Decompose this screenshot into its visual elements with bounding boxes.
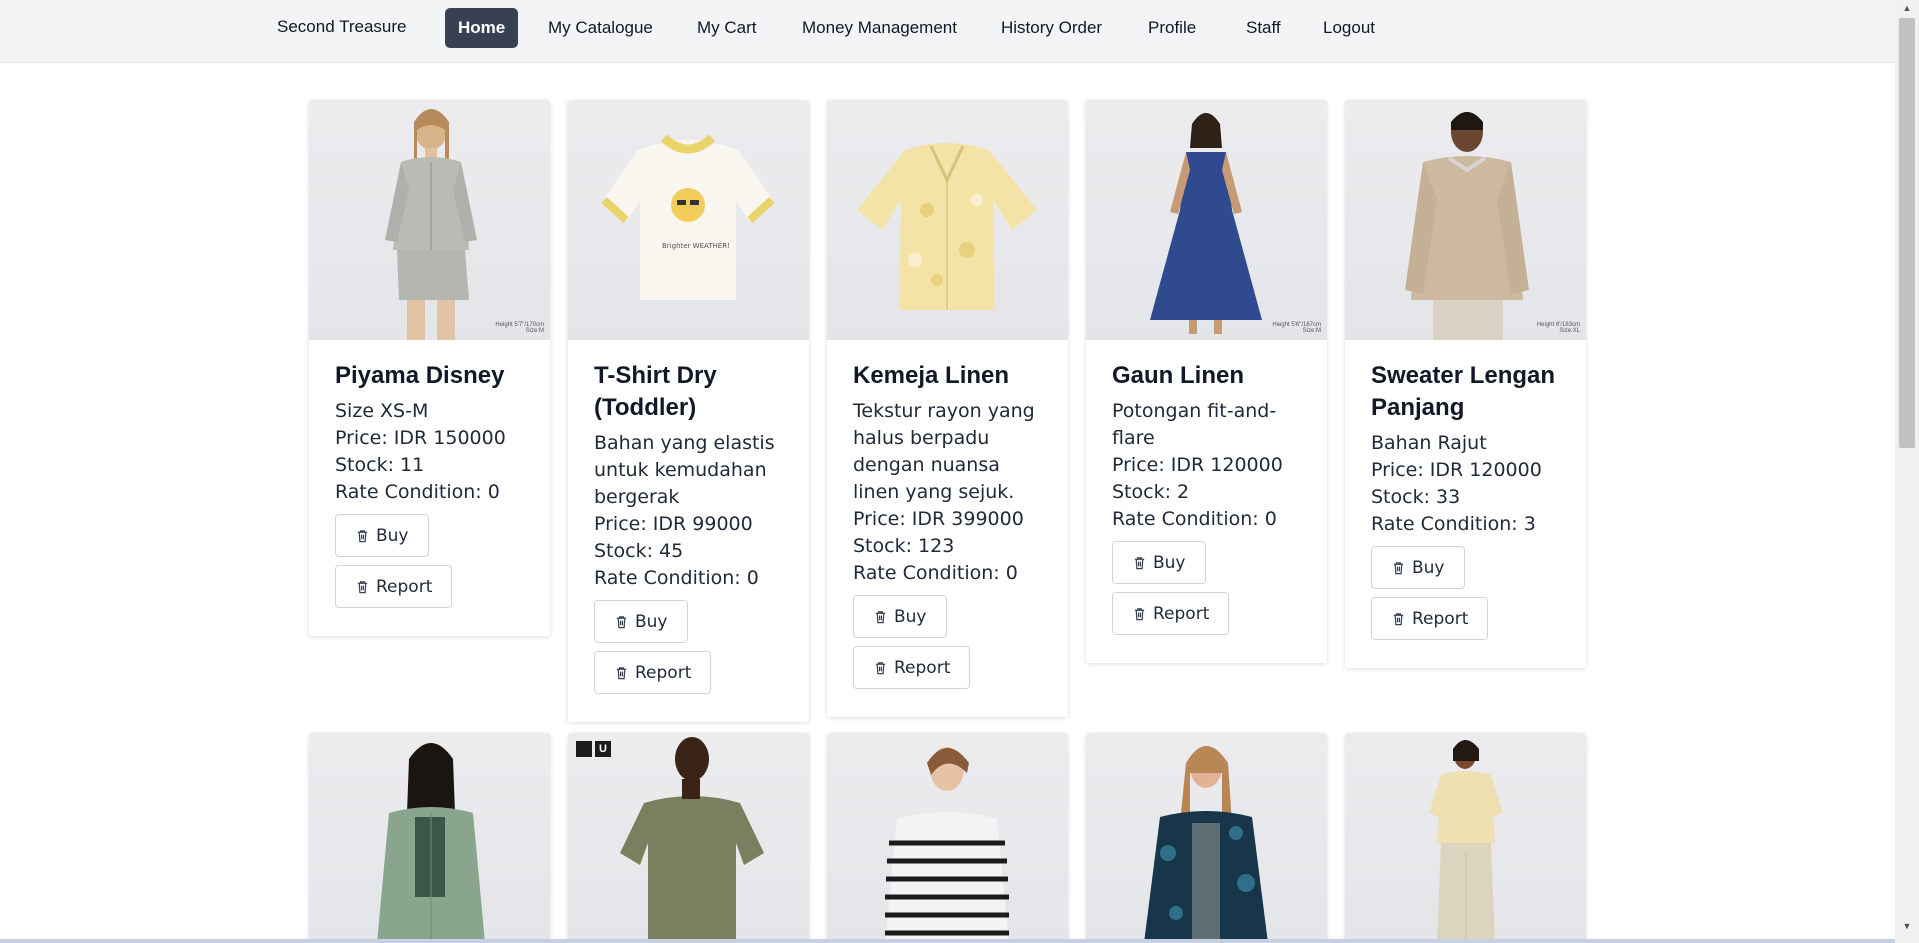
product-title: Sweater Lengan Panjang <box>1371 362 1556 421</box>
report-label: Report <box>1412 608 1469 629</box>
product-title: Piyama Disney <box>335 362 505 389</box>
product-stock: Stock: 11 <box>335 454 425 476</box>
trash-icon <box>1134 556 1145 569</box>
product-card: Kemeja Linen Tekstur rayon yang halus be… <box>827 100 1068 717</box>
image-caption: Brighter WEATHER! <box>662 242 730 250</box>
trash-icon <box>875 610 886 623</box>
product-rate: Rate Condition: 0 <box>853 562 1018 584</box>
product-image: Height 5'6"/167cm Size:M <box>1086 100 1327 340</box>
buy-label: Buy <box>1412 557 1445 578</box>
product-image: Height 5'7"/170cm Size:M <box>309 100 550 340</box>
product-card: Height 5'6"/167cm Size:M Gaun Linen Poto… <box>1086 100 1327 663</box>
trash-icon <box>1134 607 1145 620</box>
nav-staff[interactable]: Staff <box>1233 8 1294 48</box>
product-description: Size XS-M <box>335 400 429 422</box>
report-button[interactable]: Report <box>335 565 453 608</box>
product-price: Price: IDR 120000 <box>1371 459 1542 481</box>
buy-label: Buy <box>1153 552 1186 573</box>
top-navbar: Second Treasure Home My Catalogue My Car… <box>0 0 1895 63</box>
product-stock: Stock: 123 <box>853 535 955 557</box>
report-label: Report <box>1153 603 1210 624</box>
product-rate: Rate Condition: 0 <box>335 481 500 503</box>
product-price: Price: IDR 399000 <box>853 508 1024 530</box>
product-card: Height 6'/183cm Size:XL Sweater Lengan P… <box>1345 100 1586 668</box>
product-price: Price: IDR 99000 <box>594 513 753 535</box>
nav-home[interactable]: Home <box>445 8 519 48</box>
product-stock: Stock: 33 <box>1371 486 1461 508</box>
nav-my-cart[interactable]: My Cart <box>684 8 770 48</box>
nav-money-management[interactable]: Money Management <box>789 8 970 48</box>
report-label: Report <box>894 657 951 678</box>
product-rate: Rate Condition: 0 <box>1112 508 1277 530</box>
product-description: Bahan Rajut <box>1371 432 1487 454</box>
product-card: U <box>568 733 809 943</box>
product-image <box>1345 733 1586 943</box>
vertical-scrollbar[interactable]: ▲ ▼ <box>1895 0 1919 943</box>
buy-button[interactable]: Buy <box>853 595 947 638</box>
product-rate: Rate Condition: 0 <box>594 567 759 589</box>
product-image: Brighter WEATHER! <box>568 100 809 340</box>
nav-brand[interactable]: Second Treasure <box>277 17 406 37</box>
product-image: U <box>568 733 809 943</box>
scroll-down-icon[interactable]: ▼ <box>1895 918 1919 935</box>
image-caption: Height 5'7"/170cm Size:M <box>495 322 544 334</box>
image-caption: Height 6'/183cm Size:XL <box>1536 322 1580 334</box>
product-description: Bahan yang elastis untuk kemudahan berge… <box>594 432 775 508</box>
nav-history-order[interactable]: History Order <box>988 8 1115 48</box>
trash-icon <box>357 529 368 542</box>
product-image <box>1086 733 1327 943</box>
product-price: Price: IDR 120000 <box>1112 454 1283 476</box>
product-card <box>1086 733 1327 943</box>
product-title: Kemeja Linen <box>853 362 1010 389</box>
product-image <box>309 733 550 943</box>
buy-label: Buy <box>376 525 409 546</box>
product-stock: Stock: 45 <box>594 540 684 562</box>
report-button[interactable]: Report <box>594 651 712 694</box>
product-image <box>827 733 1068 943</box>
product-card <box>827 733 1068 943</box>
trash-icon <box>1393 612 1404 625</box>
product-image <box>827 100 1068 340</box>
brand-logo-badge <box>576 741 592 757</box>
trash-icon <box>616 615 627 628</box>
product-card <box>1345 733 1586 943</box>
image-caption: Height 5'6"/167cm Size:M <box>1272 322 1321 334</box>
trash-icon <box>616 666 627 679</box>
nav-logout[interactable]: Logout <box>1310 8 1388 48</box>
buy-button[interactable]: Buy <box>335 514 429 557</box>
scroll-thumb[interactable] <box>1899 18 1915 448</box>
product-card <box>309 733 550 943</box>
report-button[interactable]: Report <box>1371 597 1489 640</box>
buy-button[interactable]: Buy <box>594 600 688 643</box>
trash-icon <box>1393 561 1404 574</box>
nav-my-catalogue[interactable]: My Catalogue <box>535 8 666 48</box>
product-description: Tekstur rayon yang halus berpadu dengan … <box>853 400 1035 503</box>
product-price: Price: IDR 150000 <box>335 427 506 449</box>
report-button[interactable]: Report <box>1112 592 1230 635</box>
buy-button[interactable]: Buy <box>1371 546 1465 589</box>
nav-profile[interactable]: Profile <box>1135 8 1209 48</box>
report-label: Report <box>376 576 433 597</box>
product-title: Gaun Linen <box>1112 362 1244 389</box>
product-card: Height 5'7"/170cm Size:M Piyama Disney S… <box>309 100 550 636</box>
product-stock: Stock: 2 <box>1112 481 1190 503</box>
buy-label: Buy <box>894 606 927 627</box>
report-label: Report <box>635 662 692 683</box>
brand-logo-badge: U <box>595 741 611 757</box>
report-button[interactable]: Report <box>853 646 971 689</box>
trash-icon <box>875 661 886 674</box>
product-description: Potongan fit-and-flare <box>1112 400 1277 449</box>
trash-icon <box>357 580 368 593</box>
buy-label: Buy <box>635 611 668 632</box>
product-image: Height 6'/183cm Size:XL <box>1345 100 1586 340</box>
buy-button[interactable]: Buy <box>1112 541 1206 584</box>
product-card: Brighter WEATHER! T-Shirt Dry (Toddler) … <box>568 100 809 722</box>
product-rate: Rate Condition: 3 <box>1371 513 1536 535</box>
product-title: T-Shirt Dry (Toddler) <box>594 362 717 421</box>
bottom-edge <box>0 939 1895 943</box>
scroll-up-icon[interactable]: ▲ <box>1895 0 1919 17</box>
